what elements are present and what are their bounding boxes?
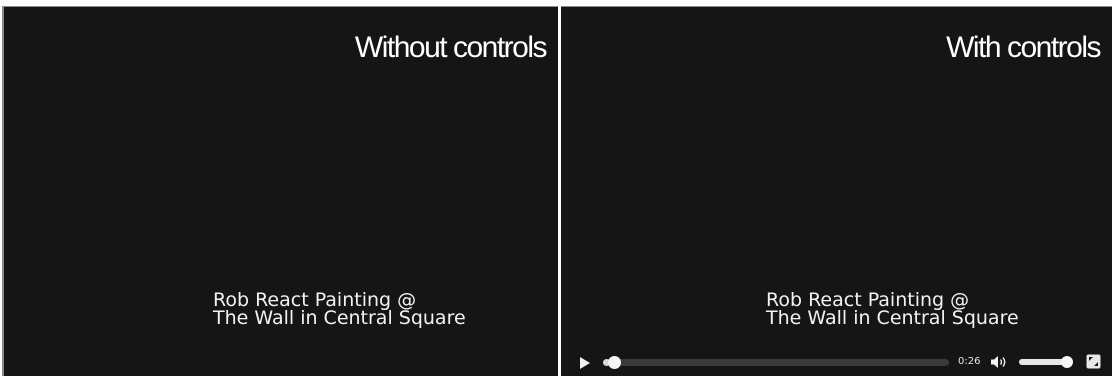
volume-slider[interactable] [1019, 356, 1073, 368]
seek-handle[interactable] [607, 356, 621, 369]
volume-handle[interactable] [1060, 356, 1073, 368]
seek-bar[interactable] [603, 356, 949, 369]
video-without-controls[interactable]: Without controls Rob React Painting @ Th… [2, 6, 558, 376]
play-icon[interactable] [579, 356, 591, 369]
video-controls-bar: 0:26 [561, 346, 1112, 376]
panel-heading: With controls [946, 31, 1101, 64]
comparison-stage: Without controls Rob React Painting @ Th… [0, 0, 1112, 376]
panel-heading: Without controls [354, 31, 548, 64]
video-caption: Rob React Painting @ The Wall in Central… [213, 291, 466, 329]
video-with-controls[interactable]: With controls Rob React Painting @ The W… [561, 6, 1112, 376]
fullscreen-icon[interactable] [1086, 354, 1101, 369]
speaker-icon[interactable] [991, 355, 1009, 369]
caption-line-2: The Wall in Central Square [213, 307, 466, 329]
caption-line-2: The Wall in Central Square [766, 307, 1019, 329]
video-caption: Rob React Painting @ The Wall in Central… [766, 291, 1019, 329]
current-time: 0:26 [958, 356, 981, 367]
